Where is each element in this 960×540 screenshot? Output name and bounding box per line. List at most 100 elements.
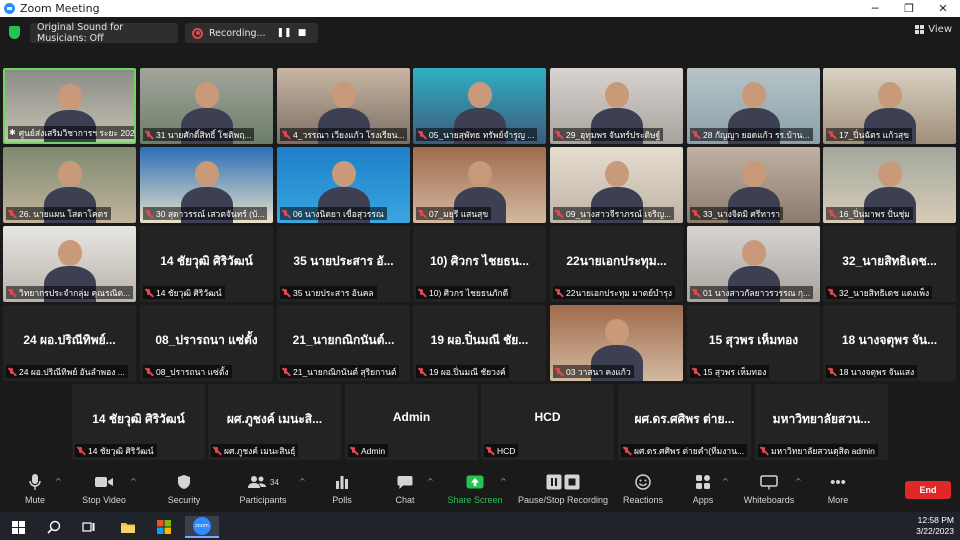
- participant-tile[interactable]: 24 ผอ.ปริณีทิพย์... 24 ผอ.ปริณีทิพย์ อันล…: [3, 305, 136, 381]
- polls-icon: [335, 472, 349, 492]
- participant-tile[interactable]: 10) ศิวกร ไชยธน... 10) ศิวกร ไชยธนภักดี: [413, 226, 546, 302]
- whiteboards-caret-icon[interactable]: ^: [795, 477, 802, 486]
- video-options-caret-icon[interactable]: ^: [130, 477, 137, 486]
- participant-tile[interactable]: 06 นางนิตยา เขื่อสุวรรณ: [277, 147, 410, 223]
- participant-video-face: [604, 82, 629, 108]
- participant-tile[interactable]: 32_นายสิทธิเดช... 32_นายสิทธิเดช แดงเพ็ง: [823, 226, 956, 302]
- participant-tile[interactable]: 14 ชัยวุฒิ ศิริวัฒน์ 14 ชัยวุฒิ ศิริวัฒน์: [140, 226, 273, 302]
- windows-start-icon[interactable]: [4, 516, 32, 538]
- participant-tile[interactable]: ผศ.ภูชงค์ เมนะสิ... ผศ.ภูชงค์ เมนะสินธุ์: [208, 384, 341, 460]
- end-meeting-button[interactable]: End: [905, 481, 951, 499]
- participant-video-face: [741, 161, 766, 187]
- participant-tile[interactable]: 07_มยุรี แสนสุข: [413, 147, 546, 223]
- participant-video-face: [741, 240, 766, 266]
- minimize-button[interactable]: ─: [858, 0, 892, 17]
- participants-caret-icon[interactable]: ^: [299, 477, 306, 486]
- whiteboards-button[interactable]: Whiteboards: [734, 472, 804, 510]
- file-explorer-icon[interactable]: [114, 516, 142, 538]
- polls-button[interactable]: Polls: [307, 472, 377, 510]
- maximize-button[interactable]: ❐: [892, 0, 926, 17]
- search-icon[interactable]: [40, 516, 68, 538]
- original-sound-toggle[interactable]: Original Sound for Musicians: Off: [30, 22, 178, 44]
- participant-tile[interactable]: 29_อุทุมพร จันทร์ประดิษฐ์: [550, 68, 683, 144]
- participant-tile[interactable]: HCD HCD: [481, 384, 614, 460]
- close-button[interactable]: ✕: [926, 0, 960, 17]
- stop-video-button[interactable]: Stop Video: [69, 472, 139, 510]
- participant-name: ผศ.ภูชงค์ เมนะสินธุ์: [224, 445, 296, 456]
- participant-tile[interactable]: 30 สุดาวรรณ์ เสวตจันทร์ (บ้...: [140, 147, 273, 223]
- participant-tile[interactable]: ✱ ศูนย์ส่งเสริมวิชาการฯ ระยะ 202: [3, 68, 136, 144]
- audio-options-caret-icon[interactable]: ^: [55, 477, 62, 486]
- stop-recording-button[interactable]: ■: [293, 28, 311, 38]
- muted-mic-icon: [417, 209, 426, 219]
- participant-tile[interactable]: 14 ชัยวุฒิ ศิริวัฒน์ 14 ชัยวุฒิ ศิริวัฒน์: [72, 384, 205, 460]
- participant-tile[interactable]: 33_นางจิตมิ ศรีทารา: [687, 147, 820, 223]
- task-view-icon[interactable]: [75, 516, 103, 538]
- pause-recording-button[interactable]: ❚❚: [275, 28, 293, 38]
- encryption-shield-icon[interactable]: [9, 26, 20, 39]
- participant-name: 10) ศิวกร ไชยธนภักดี: [429, 287, 509, 298]
- participant-display-name: HCD: [534, 410, 561, 424]
- end-label: End: [919, 485, 937, 495]
- smiley-icon: [635, 472, 651, 492]
- participant-tile[interactable]: 09_นางสาวจีราภรณ์ เจริญ...: [550, 147, 683, 223]
- stop-video-label: Stop Video: [82, 495, 126, 505]
- participant-display-name: 10) ศิวกร ไชยธน...: [430, 254, 529, 268]
- participant-tile[interactable]: 26. นายแผน โสดาโคตร: [3, 147, 136, 223]
- participant-tile[interactable]: 16_ปิ่นมาพร ปั่นชุ่ม: [823, 147, 956, 223]
- participant-display-name: ผศ.ภูชงค์ เมนะสิ...: [226, 412, 323, 426]
- muted-mic-icon: [554, 288, 563, 298]
- participant-tile[interactable]: 01 นางสาวกัลยาวรวรรณ กุ...: [687, 226, 820, 302]
- participant-name: 09_นางสาวจีราภรณ์ เจริญ...: [566, 208, 672, 219]
- participant-tile[interactable]: 03 วาสนา คงแก้ว: [550, 305, 683, 381]
- muted-mic-icon: [759, 446, 768, 456]
- participant-video-face: [741, 82, 766, 108]
- share-screen-caret-icon[interactable]: ^: [500, 477, 507, 486]
- security-button[interactable]: Security: [149, 472, 219, 510]
- participant-video-face: [57, 161, 82, 187]
- chat-caret-icon[interactable]: ^: [427, 477, 434, 486]
- apps-caret-icon[interactable]: ^: [722, 477, 729, 486]
- participant-tile[interactable]: วิทยากรประจำกลุ่ม คุณรณิต...: [3, 226, 136, 302]
- participant-name-label: 24 ผอ.ปริณีทิพย์ อันลำพอง ...: [6, 365, 128, 378]
- system-clock[interactable]: 12:58 PM 3/22/2023: [916, 515, 954, 537]
- share-screen-label: Share Screen: [447, 495, 503, 505]
- participant-tile[interactable]: 08_ปรารถนา แซ่ตั้ง 08_ปรารถนา แซ่ตั้ง: [140, 305, 273, 381]
- participant-tile[interactable]: 05_นายสุพัทธ ทรัพย์จำรูญ ...: [413, 68, 546, 144]
- participant-name-label: 14 ชัยวุฒิ ศิริวัฒน์: [75, 444, 157, 457]
- muted-mic-icon: [76, 446, 85, 456]
- participant-tile[interactable]: 22นายเอกประทุม... 22นายเอกประทุม มาตย์บำร…: [550, 226, 683, 302]
- participant-tile[interactable]: Admin Admin: [345, 384, 478, 460]
- participant-tile[interactable]: ผศ.ดร.ศศิพร ต่าย... ผศ.ดร.ศศิพร ต่ายคำ(ที…: [618, 384, 751, 460]
- participant-name: ศูนย์ส่งเสริมวิชาการฯ ระยะ 202: [18, 127, 135, 138]
- participant-tile[interactable]: 4_วรรณา เวียงแก้ว โรงเรียน...: [277, 68, 410, 144]
- muted-mic-icon: [144, 367, 153, 377]
- participant-tile[interactable]: 15 สุวพร เห็มทอง 15 สุวพร เห็มทอง: [687, 305, 820, 381]
- muted-mic-icon: [622, 446, 631, 456]
- participant-tile[interactable]: 18 นางจตุพร จัน... 18 นางจตุพร จันแสง: [823, 305, 956, 381]
- meeting-toolbar: Mute ^ Stop Video ^ Security 34 Particip…: [0, 468, 960, 512]
- participant-tile[interactable]: 31 นายศักดิ์สิทธิ์ โชติพฤ...: [140, 68, 273, 144]
- pause-stop-recording-button[interactable]: Pause/Stop Recording: [518, 472, 608, 510]
- participant-tile[interactable]: 17_ปิ่นฉัตร แก้วสุข: [823, 68, 956, 144]
- participant-tile[interactable]: 35 นายประสาร อั... 35 นายประสาร อ้นคล: [277, 226, 410, 302]
- participant-name-label: HCD: [484, 444, 519, 457]
- clock-time: 12:58 PM: [917, 515, 954, 525]
- participant-video-face: [57, 240, 82, 266]
- muted-mic-icon: [691, 288, 700, 298]
- store-app-icon[interactable]: [150, 516, 178, 538]
- view-button[interactable]: View: [915, 24, 952, 35]
- muted-mic-icon: [281, 130, 290, 140]
- muted-mic-icon: [827, 367, 836, 377]
- participants-button[interactable]: 34 Participants: [228, 472, 298, 510]
- more-button[interactable]: ••• More: [803, 472, 873, 510]
- participant-video-face: [57, 84, 82, 110]
- reactions-label: Reactions: [622, 495, 664, 505]
- participant-tile[interactable]: 21_นายกณิกนันต์... 21_นายกณิกนันต์ สุริยก…: [277, 305, 410, 381]
- participant-video-face: [604, 319, 629, 345]
- participant-tile[interactable]: 19 ผอ.ปิ่นมณี ชัย... 19 ผอ.ปิ่นมณี ชัยวงค…: [413, 305, 546, 381]
- participant-video-face: [467, 161, 492, 187]
- participant-tile[interactable]: 28 กัญญา ยอดแก้ว รร.บ้าน...: [687, 68, 820, 144]
- participant-tile[interactable]: มหาวิทยาลัยสวน... มหาวิทยาลัยสวนดุสิต adm…: [755, 384, 888, 460]
- zoom-taskbar-button[interactable]: zoom: [185, 516, 219, 538]
